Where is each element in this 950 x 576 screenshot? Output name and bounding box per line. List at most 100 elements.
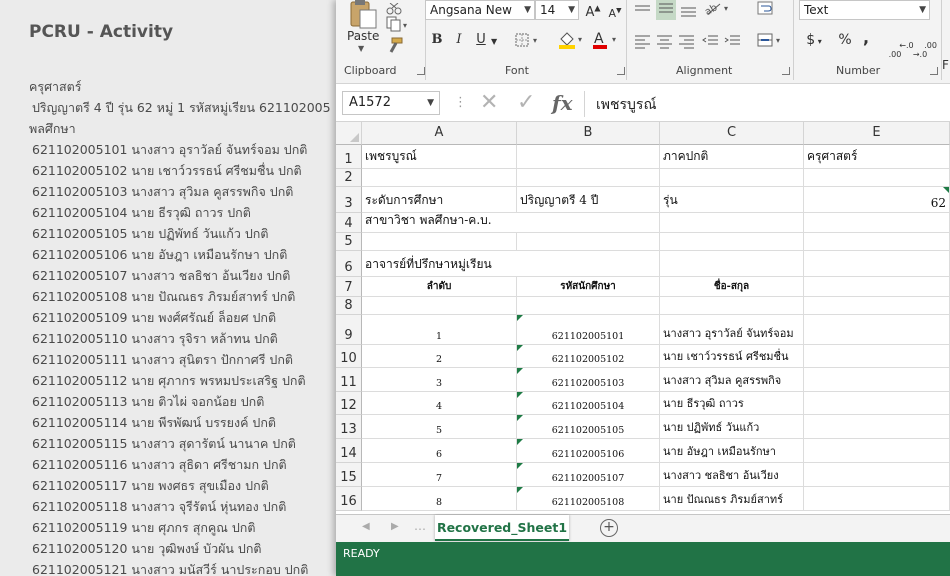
alignment-launcher-icon[interactable] — [782, 67, 790, 75]
cell-c3[interactable]: รุ่น — [660, 187, 804, 213]
cell-a14[interactable]: 6 — [362, 439, 517, 463]
cell-e15[interactable] — [804, 463, 950, 487]
increase-indent-button[interactable] — [724, 33, 742, 49]
clipboard-launcher-icon[interactable] — [417, 67, 425, 75]
row-header[interactable]: 14 — [336, 439, 362, 463]
column-header-a[interactable]: A — [362, 122, 517, 145]
cell-c13[interactable]: นาย ปฏิพัทธ์ วันแก้ว — [660, 415, 804, 439]
row-header[interactable]: 15 — [336, 463, 362, 487]
cell-c9[interactable]: นางสาว อุราวัลย์ จันทร์จอม — [660, 315, 804, 345]
cell-b3[interactable]: ปริญญาตรี 4 ปี — [517, 187, 660, 213]
function-icon[interactable]: fx — [552, 91, 573, 115]
cell-b12[interactable]: 621102005104 — [517, 392, 660, 415]
cell-e3[interactable]: 62 — [804, 187, 950, 213]
cell-b1[interactable] — [517, 145, 660, 169]
cell-b14[interactable]: 621102005106 — [517, 439, 660, 463]
cell-e11[interactable] — [804, 368, 950, 392]
bold-button[interactable]: B — [429, 31, 445, 49]
column-header-b[interactable]: B — [517, 122, 660, 145]
cell-a4[interactable]: สาขาวิชา พลศึกษา-ค.บ. — [362, 213, 517, 233]
column-header-c[interactable]: C — [660, 122, 804, 145]
align-top-button[interactable] — [634, 0, 652, 14]
shrink-font-button[interactable]: A▼ — [606, 1, 624, 23]
cell-a12[interactable]: 4 — [362, 392, 517, 415]
row-header[interactable]: 8 — [336, 297, 362, 315]
cell-e12[interactable] — [804, 392, 950, 415]
chevron-down-icon[interactable]: ▼ — [491, 33, 497, 51]
cell-a16[interactable]: 8 — [362, 487, 517, 511]
cell-c4[interactable] — [660, 213, 804, 233]
add-sheet-icon[interactable]: + — [600, 519, 618, 537]
cell-e10[interactable] — [804, 345, 950, 368]
cell-e16[interactable] — [804, 487, 950, 511]
format-painter-button[interactable] — [386, 36, 406, 54]
row-header[interactable]: 3 — [336, 187, 362, 213]
cell-e5[interactable] — [804, 233, 950, 251]
number-format-select[interactable]: Text ▼ — [799, 0, 930, 20]
cell-e6[interactable] — [804, 251, 950, 277]
spreadsheet-grid[interactable]: A B C E 1 เพชรบูรณ์ ภาคปกติ ครุศาสตร์ 2 3 ระดับการ… — [336, 122, 950, 514]
percent-button[interactable]: % — [836, 31, 854, 49]
align-center-button[interactable] — [656, 33, 674, 49]
cell-b11[interactable]: 621102005103 — [517, 368, 660, 392]
cell-e1[interactable]: ครุศาสตร์ — [804, 145, 950, 169]
cell-a13[interactable]: 5 — [362, 415, 517, 439]
cut-button[interactable] — [386, 0, 406, 15]
enter-icon[interactable]: ✓ — [517, 90, 535, 115]
font-launcher-icon[interactable] — [617, 67, 625, 75]
font-name-select[interactable]: Angsana New ▼ — [425, 0, 535, 20]
align-left-button[interactable] — [634, 33, 652, 49]
row-header[interactable]: 13 — [336, 415, 362, 439]
formula-bar-grip[interactable]: ⋮ — [454, 95, 467, 110]
cancel-icon[interactable]: ✕ — [480, 90, 498, 115]
row-header[interactable]: 16 — [336, 487, 362, 511]
align-right-button[interactable] — [678, 33, 696, 49]
cell-b13[interactable]: 621102005105 — [517, 415, 660, 439]
borders-button[interactable]: ▾ — [514, 32, 544, 50]
cell-b16[interactable]: 621102005108 — [517, 487, 660, 511]
formula-input[interactable]: เพชรบูรณ์ — [596, 94, 656, 116]
more-sheets-icon[interactable]: … — [414, 519, 426, 533]
grow-font-button[interactable]: A▲ — [584, 0, 602, 22]
increase-decimal-button[interactable]: ←.0 .00 — [884, 32, 914, 68]
cell-e8[interactable] — [804, 297, 950, 315]
cell-c11[interactable]: นางสาว สุวิมล คูสรรพกิจ — [660, 368, 804, 392]
number-launcher-icon[interactable] — [930, 67, 938, 75]
partial-ribbon-group[interactable]: C F — [942, 20, 950, 92]
cell-b2[interactable] — [517, 169, 660, 187]
cell-a1[interactable]: เพชรบูรณ์ — [362, 145, 517, 169]
cell-e4[interactable] — [804, 213, 950, 233]
cell-c16[interactable]: นาย ปัณณธร ภิรมย์สาทร์ — [660, 487, 804, 511]
cell-e7[interactable] — [804, 277, 950, 297]
column-header-e[interactable]: E — [804, 122, 950, 145]
cell-b5[interactable] — [517, 233, 660, 251]
row-header[interactable]: 5 — [336, 233, 362, 251]
cell-b9[interactable]: 621102005101 — [517, 315, 660, 345]
paste-button[interactable]: Paste ▼ — [342, 0, 382, 56]
cell-e9[interactable] — [804, 315, 950, 345]
row-header[interactable]: 7 — [336, 277, 362, 297]
cell-a3[interactable]: ระดับการศึกษา — [362, 187, 517, 213]
font-color-button[interactable]: A ▾ — [592, 30, 622, 50]
align-middle-button[interactable] — [656, 0, 676, 20]
row-header[interactable]: 12 — [336, 392, 362, 415]
cell-c5[interactable] — [660, 233, 804, 251]
comma-button[interactable]: , — [860, 29, 872, 47]
name-box[interactable]: A1572 ▼ — [342, 91, 440, 115]
copy-button[interactable]: ▾ — [386, 16, 412, 32]
row-header[interactable]: 11 — [336, 368, 362, 392]
underline-button[interactable]: U — [473, 31, 489, 49]
cell-e14[interactable] — [804, 439, 950, 463]
decrease-decimal-button[interactable]: .00 →.0 — [909, 32, 937, 68]
row-header[interactable]: 6 — [336, 251, 362, 277]
cell-c15[interactable]: นางสาว ชลธิชา อ้นเวียง — [660, 463, 804, 487]
cell-b15[interactable]: 621102005107 — [517, 463, 660, 487]
row-header[interactable]: 4 — [336, 213, 362, 233]
select-all-button[interactable] — [336, 122, 362, 145]
font-size-select[interactable]: 14 ▼ — [535, 0, 579, 20]
cell-c7[interactable]: ชื่อ-สกุล — [660, 277, 804, 297]
wrap-text-button[interactable] — [756, 0, 776, 20]
cell-a15[interactable]: 7 — [362, 463, 517, 487]
cell-a9[interactable]: 1 — [362, 315, 517, 345]
next-sheet-icon[interactable]: ▶ — [391, 521, 399, 532]
